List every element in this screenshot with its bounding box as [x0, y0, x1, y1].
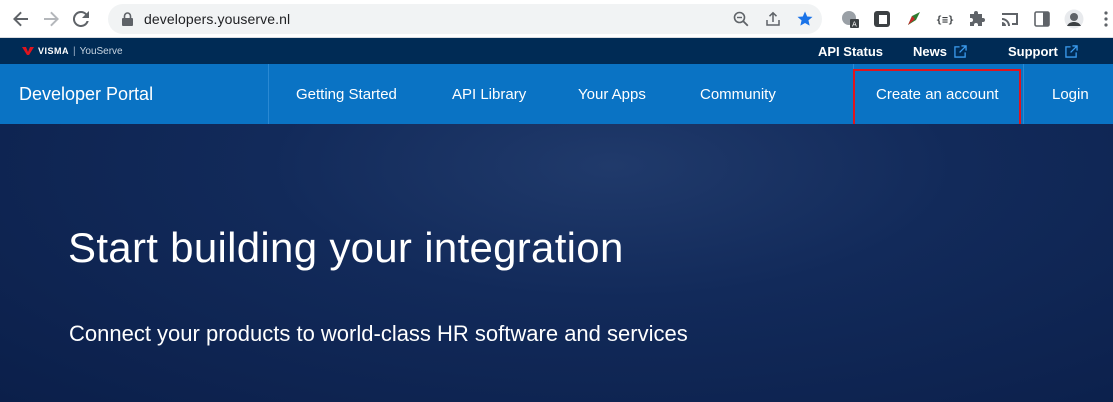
- translate-extension-icon[interactable]: A: [834, 4, 866, 34]
- visma-mark-icon: [22, 47, 34, 55]
- url-text: developers.youserve.nl: [144, 11, 291, 27]
- forward-button[interactable]: [36, 4, 66, 34]
- brand-logo[interactable]: VISMA | YouServe: [22, 46, 123, 57]
- back-button[interactable]: [6, 4, 36, 34]
- bookmark-star-icon[interactable]: [794, 8, 816, 30]
- lock-icon: [120, 11, 134, 27]
- api-status-label: API Status: [818, 43, 884, 59]
- share-icon[interactable]: [762, 8, 784, 30]
- extensions-puzzle-icon[interactable]: [962, 4, 994, 34]
- nav-item-api-library[interactable]: API Library: [452, 64, 526, 124]
- hero-title: Start building your integration: [68, 224, 624, 271]
- hero-section: Start building your integration Connect …: [0, 124, 1113, 402]
- top-utility-bar: VISMA | YouServe API Status News Support: [0, 38, 1113, 64]
- hero-subtitle: Connect your products to world-class HR …: [69, 321, 688, 346]
- cast-icon[interactable]: [994, 4, 1026, 34]
- brand-logo-text: VISMA: [38, 46, 70, 56]
- svg-text:A: A: [852, 21, 857, 29]
- reload-button[interactable]: [66, 4, 96, 34]
- support-label: Support: [1008, 43, 1058, 59]
- arrow-right-icon: [44, 11, 59, 26]
- external-link-icon: [954, 44, 967, 58]
- news-label: News: [913, 43, 947, 59]
- json-extension-icon[interactable]: {≡}: [930, 4, 962, 34]
- nav-item-getting-started[interactable]: Getting Started: [296, 64, 397, 124]
- svg-text:{≡}: {≡}: [936, 15, 954, 26]
- pen-extension-icon[interactable]: [898, 4, 930, 34]
- zoom-icon[interactable]: [730, 8, 752, 30]
- address-bar[interactable]: developers.youserve.nl: [108, 4, 822, 34]
- readability-extension-icon[interactable]: [866, 4, 898, 34]
- create-account-link[interactable]: Create an account: [876, 64, 999, 124]
- nav-item-community[interactable]: Community: [700, 64, 776, 124]
- nav-divider: [1023, 64, 1024, 124]
- news-link[interactable]: News: [913, 44, 967, 59]
- arrow-left-icon: [13, 11, 28, 26]
- brand-separator: |: [73, 45, 76, 57]
- browser-menu-icon[interactable]: [1090, 4, 1113, 34]
- profile-avatar[interactable]: [1058, 4, 1090, 34]
- login-link[interactable]: Login: [1052, 64, 1089, 124]
- support-link[interactable]: Support: [1008, 44, 1078, 59]
- main-navigation: Developer Portal Getting Started API Lib…: [0, 64, 1113, 124]
- browser-toolbar: developers.youserve.nl A {≡}: [0, 0, 1113, 38]
- side-panel-icon[interactable]: [1026, 4, 1058, 34]
- nav-item-your-apps[interactable]: Your Apps: [578, 64, 646, 124]
- external-link-icon: [1065, 44, 1078, 58]
- reload-icon: [73, 10, 89, 27]
- portal-title-link[interactable]: Developer Portal: [19, 64, 153, 124]
- nav-divider: [853, 64, 854, 124]
- nav-divider: [268, 64, 269, 124]
- api-status-link[interactable]: API Status: [818, 44, 898, 59]
- brand-product: YouServe: [79, 45, 123, 57]
